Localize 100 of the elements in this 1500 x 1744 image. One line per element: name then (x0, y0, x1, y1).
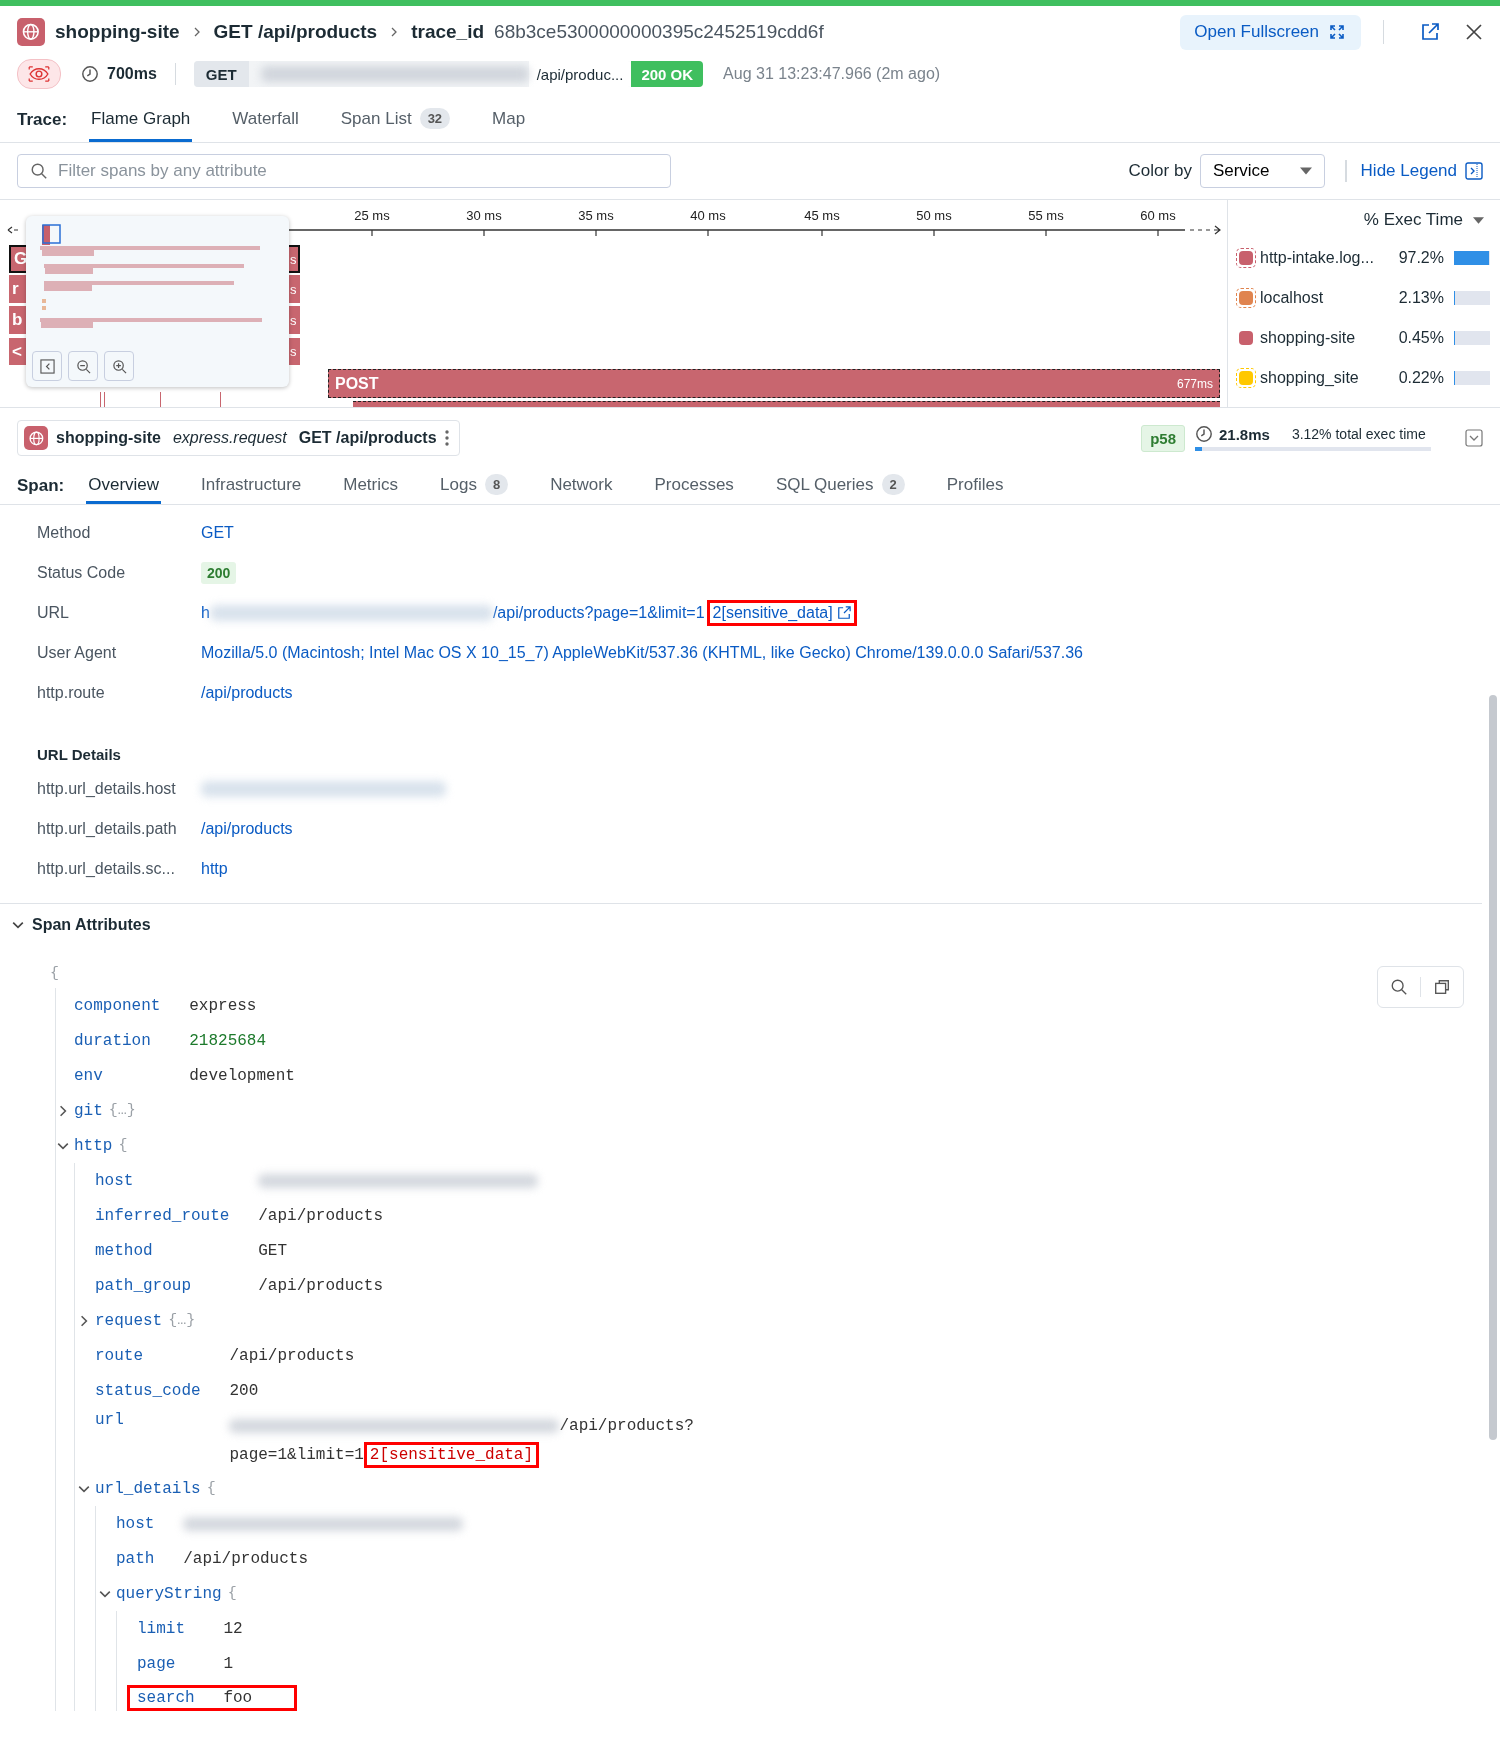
tab[interactable]: Infrastructure (199, 468, 304, 504)
attribute-value: foo (223, 1689, 253, 1707)
collapse-icon[interactable] (1465, 429, 1483, 447)
property-label: User Agent (37, 644, 118, 662)
span-label: b (12, 310, 23, 330)
property-value[interactable]: GET (201, 524, 234, 542)
span-duration: 677ms (1176, 376, 1213, 391)
attribute-key: url (95, 1411, 230, 1429)
attribute-value: /api/products (183, 1549, 309, 1568)
tab[interactable]: Overview (86, 468, 162, 504)
span-bar[interactable]: b (9, 306, 26, 336)
axis-tick-label: 50 ms (915, 208, 953, 223)
panel-collapse-icon (39, 358, 55, 374)
tab[interactable]: Waterfall (230, 98, 301, 142)
hide-legend-link[interactable]: Hide Legend (1360, 161, 1483, 181)
resource-name: GET /api/products (298, 429, 437, 447)
service-name: http-intake.log... (1260, 249, 1375, 267)
span-bar[interactable]: r (9, 275, 26, 305)
trace-id-label: trace_id (411, 21, 485, 43)
brace: { (227, 1585, 237, 1602)
tab[interactable]: Metrics (341, 468, 401, 504)
axis-tick-label: 45 ms (803, 208, 841, 223)
property-value[interactable]: http (201, 860, 228, 878)
attribute-key: env (74, 1066, 190, 1085)
tab[interactable]: SQL Queries 2 (773, 468, 907, 504)
count-badge: 2 (881, 474, 905, 495)
span-bar[interactable] (353, 401, 1220, 407)
attribute-key: host (95, 1171, 259, 1190)
url-value[interactable]: /api/products?page=1&limit=1 (492, 604, 705, 622)
chevron-right-icon[interactable] (78, 1314, 90, 1327)
operation-name: express.request (172, 429, 287, 447)
status-code-badge: 200 (201, 562, 237, 584)
tab[interactable]: Flame Graph (89, 98, 193, 142)
exec-bar (1454, 291, 1490, 305)
more-icon[interactable] (444, 430, 449, 446)
tab[interactable]: Span List 32 (338, 98, 453, 142)
external-link-icon[interactable] (1420, 22, 1440, 42)
span-bar[interactable]: < (9, 338, 26, 367)
highlighted-value[interactable]: 2[sensitive_data] (706, 600, 857, 626)
attribute-value: /api/products? (559, 1416, 694, 1435)
clock-icon (81, 65, 99, 83)
attribute-key: host (116, 1514, 184, 1533)
attribute-key: http (74, 1136, 113, 1155)
axis-tick-label: 40 ms (689, 208, 727, 223)
close-icon[interactable] (1464, 22, 1484, 42)
exec-time: 3.12% total exec time (1291, 426, 1426, 442)
zoom-out-button[interactable] (68, 351, 98, 381)
attribute-key: path (116, 1549, 184, 1568)
span-bar[interactable]: G (9, 245, 26, 273)
axis-tick-label: 30 ms (465, 208, 503, 223)
brace: { (206, 1480, 216, 1497)
tab[interactable]: Profiles (944, 468, 1006, 504)
span-bar[interactable]: s (289, 338, 300, 367)
request-url: /api/produc... (528, 61, 632, 87)
attribute-key: request (95, 1311, 163, 1330)
property-value[interactable]: /api/products (201, 684, 293, 702)
service-name[interactable]: shopping-site (55, 21, 180, 43)
resource-name[interactable]: GET /api/products (213, 21, 378, 43)
attribute-value: /api/products (258, 1206, 384, 1225)
tab[interactable]: Network (548, 468, 615, 504)
property-value[interactable]: /api/products (201, 820, 293, 838)
attribute-value: 12 (223, 1619, 243, 1638)
url-prefix[interactable]: h (201, 604, 210, 622)
scrollbar[interactable] (1489, 695, 1497, 1440)
filter-field[interactable]: Filter spans by any attribute (17, 154, 671, 188)
open-fullscreen-button[interactable]: Open Fullscreen (1180, 14, 1361, 50)
copy-icon[interactable] (1433, 978, 1451, 996)
property-label: Method (37, 524, 92, 542)
span-attributes-toggle[interactable]: Span Attributes (12, 912, 151, 938)
exec-percent: 2.13% (1398, 289, 1444, 307)
span-bar[interactable]: s (289, 275, 300, 305)
tab[interactable]: Map (490, 98, 528, 142)
span-bar[interactable]: s (289, 306, 300, 336)
tabs-label: Span: (17, 475, 65, 497)
zoom-in-button[interactable] (104, 351, 134, 381)
attribute-key: search (137, 1689, 224, 1707)
service-name: shopping-site (56, 429, 161, 447)
timestamp: Aug 31 13:23:47.966 (2m ago) (723, 65, 941, 83)
collapse-minimap-button[interactable] (32, 351, 62, 381)
property-label: URL (37, 604, 70, 622)
search-icon[interactable] (1390, 978, 1408, 996)
tab[interactable]: Logs 8 (438, 468, 511, 504)
zoom-in-icon (111, 358, 127, 374)
clock-icon (1195, 425, 1213, 443)
chevron-right-icon[interactable] (57, 1104, 69, 1117)
tab[interactable]: Processes (652, 468, 736, 504)
brace: { (118, 1137, 128, 1154)
span-duration: 21.8ms (1219, 425, 1270, 443)
chevron-down-icon (12, 919, 24, 931)
property-value[interactable]: Mozilla/5.0 (Macintosh; Intel Mac OS X 10_15_7) AppleWebKit/537.36 (KHTML, like Gecko) Chrome/139.0.0.0 Safari/537.36 (201, 644, 1083, 662)
service-name: localhost (1260, 289, 1325, 307)
span-bar[interactable]: POST 677ms (328, 369, 1220, 398)
sort-dropdown[interactable]: % Exec Time (1363, 206, 1490, 238)
search-icon (30, 162, 48, 180)
attribute-key: duration (74, 1031, 190, 1050)
attribute-value: 21825684 (189, 1031, 267, 1050)
attribute-value: 200 (229, 1381, 259, 1400)
attribute-key: component (74, 996, 190, 1015)
property-label: http.url_details.sc... (37, 860, 176, 878)
color-by-select[interactable]: Service (1199, 154, 1325, 188)
